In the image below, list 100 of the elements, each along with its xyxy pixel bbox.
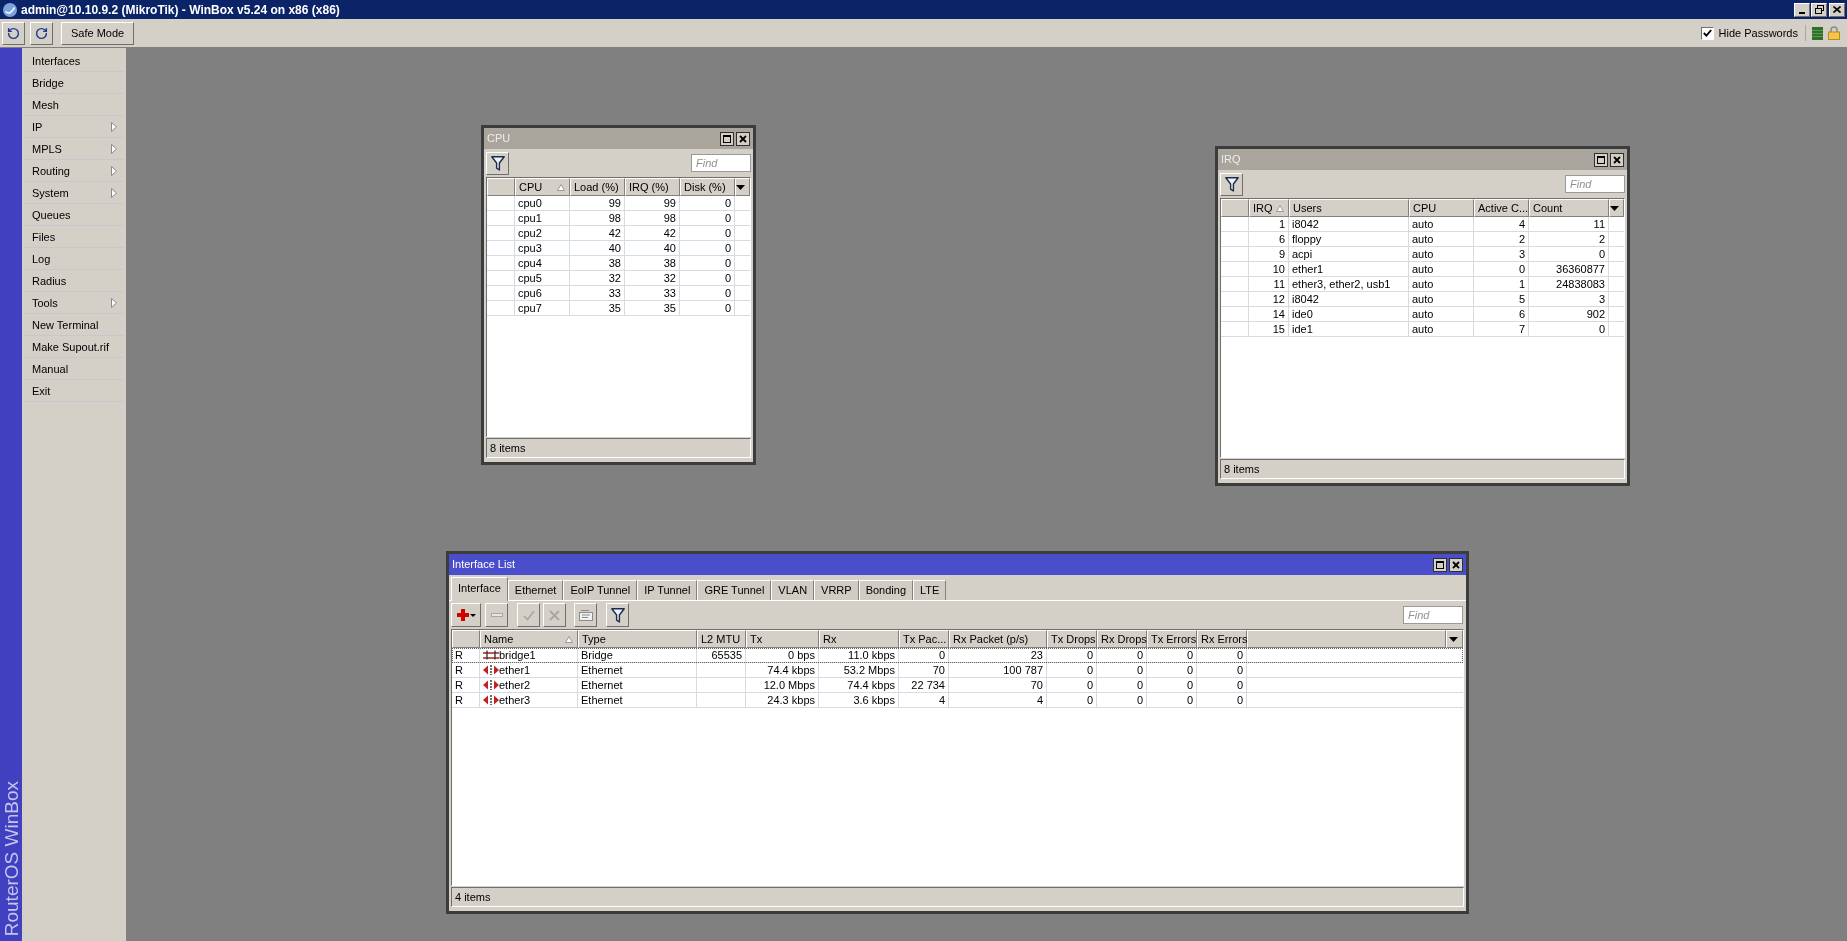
tab[interactable]: EoIP Tunnel [563, 580, 638, 600]
tab[interactable]: GRE Tunnel [697, 580, 772, 600]
table-row[interactable]: R ether1 Ethernet 74.4 kbps 53.2 Mbps 70 100 787 0 0 0 0 [452, 663, 1463, 678]
redo-button[interactable] [30, 21, 53, 45]
column-header[interactable]: Rx Errors [1197, 630, 1247, 648]
menu-item[interactable]: System [24, 182, 124, 204]
interface-name: bridge1 [499, 648, 536, 662]
column-header[interactable]: Tx Errors [1147, 630, 1197, 648]
menu-item[interactable]: Make Supout.rif [24, 336, 124, 358]
find-field[interactable]: Find [691, 154, 751, 172]
tab[interactable]: VLAN [771, 580, 815, 600]
tab[interactable]: Bonding [858, 580, 914, 600]
find-field[interactable]: Find [1565, 175, 1625, 193]
window-title-bar[interactable]: Interface List [449, 554, 1466, 575]
column-header[interactable]: Disk (%) [680, 178, 735, 196]
menu-item[interactable]: Bridge [24, 72, 124, 94]
add-button[interactable] [451, 603, 481, 627]
menu-item[interactable]: Routing [24, 160, 124, 182]
minus-icon [490, 613, 503, 617]
find-field[interactable]: Find [1403, 606, 1463, 624]
dropdown-arrow-icon[interactable] [1610, 205, 1619, 211]
table-cell: 32 [570, 271, 625, 285]
menu-item[interactable]: Mesh [24, 94, 124, 116]
column-header[interactable]: Rx [819, 630, 899, 648]
close-button[interactable] [736, 131, 750, 146]
filter-button[interactable] [1220, 172, 1243, 196]
column-header[interactable]: CPU [515, 178, 570, 196]
column-header[interactable]: Load (%) [570, 178, 625, 196]
table-cell: 0 [1529, 322, 1609, 336]
plus-icon [456, 609, 469, 621]
status-bar: 8 items [1220, 459, 1625, 479]
table-cell: ether1 [1289, 262, 1409, 276]
table-cell: 38 [625, 256, 680, 270]
menu-item[interactable]: Interfaces [24, 50, 124, 72]
undo-button[interactable] [2, 21, 25, 45]
dropdown-arrow-icon[interactable] [1449, 636, 1458, 642]
menu-item[interactable]: Tools [24, 292, 124, 314]
table-cell: 1 [1474, 277, 1529, 291]
submenu-arrow-icon [111, 122, 117, 132]
close-button[interactable] [1610, 152, 1624, 167]
column-header[interactable]: Name [480, 630, 578, 648]
table-cell: 23 [949, 648, 1047, 662]
checkbox-label[interactable]: Hide Passwords [1718, 24, 1798, 42]
table-cell: 65535 [697, 648, 746, 662]
status-flag: R [452, 663, 480, 677]
safe-mode-button[interactable]: Safe Mode [61, 21, 135, 45]
filter-button[interactable] [606, 603, 629, 627]
undo-icon [7, 26, 20, 40]
table-cell: 10 [1249, 262, 1289, 276]
menu-item[interactable]: New Terminal [24, 314, 124, 336]
table-row[interactable]: R ether2 Ethernet 12.0 Mbps 74.4 kbps 22 734 70 0 0 0 0 [452, 678, 1463, 693]
column-header[interactable]: Tx [746, 630, 819, 648]
menu-item[interactable]: Queues [24, 204, 124, 226]
tab[interactable]: Ethernet [507, 580, 564, 600]
sort-icon [1276, 205, 1284, 212]
menu-item[interactable]: MPLS [24, 138, 124, 160]
column-header[interactable]: Rx Drops [1097, 630, 1147, 648]
column-header[interactable]: Users [1289, 199, 1409, 217]
menu-item[interactable]: Files [24, 226, 124, 248]
table-cell: 42 [570, 226, 625, 240]
table-cell: 902 [1529, 307, 1609, 321]
restore-button[interactable] [1811, 2, 1827, 17]
column-header[interactable]: IRQ [1249, 199, 1289, 217]
table-cell: acpi [1289, 247, 1409, 261]
column-header[interactable]: Active C... [1474, 199, 1529, 217]
tab[interactable]: LTE [913, 580, 947, 600]
tab[interactable]: IP Tunnel [637, 580, 698, 600]
table-cell: 1 [1249, 217, 1289, 231]
maximize-button[interactable] [720, 131, 734, 146]
menu-item[interactable]: Log [24, 248, 124, 270]
column-header[interactable]: Tx Drops [1047, 630, 1097, 648]
table-row[interactable]: R ether3 Ethernet 24.3 kbps 3.6 kbps 4 4 0 0 0 0 [452, 693, 1463, 708]
table-cell: 12.0 Mbps [746, 678, 819, 692]
menu-item[interactable]: Manual [24, 358, 124, 380]
menu-item[interactable]: Radius [24, 270, 124, 292]
minimize-button[interactable] [1794, 2, 1810, 17]
menu-item[interactable]: IP [24, 116, 124, 138]
dropdown-arrow-icon[interactable] [736, 184, 745, 190]
maximize-button[interactable] [1594, 152, 1608, 167]
table-cell: auto [1409, 277, 1474, 291]
table-cell: 0 [1097, 663, 1147, 677]
table-row[interactable]: R bridge1 Bridge 65535 0 bps 11.0 kbps 0 23 0 0 0 0 [452, 648, 1463, 663]
menu-item[interactable]: Exit [24, 380, 124, 402]
column-header[interactable]: Type [578, 630, 697, 648]
filter-button[interactable] [486, 151, 509, 175]
column-header[interactable]: Count [1529, 199, 1609, 217]
table-cell: 0 [680, 241, 735, 255]
close-button[interactable] [1449, 557, 1463, 572]
column-header[interactable]: CPU [1409, 199, 1474, 217]
tab[interactable]: VRRP [814, 580, 859, 600]
hide-passwords-checkbox[interactable] [1700, 26, 1714, 40]
column-header[interactable]: Tx Pac... [899, 630, 949, 648]
table-cell: 6 [1474, 307, 1529, 321]
table-cell: Ethernet [578, 678, 697, 692]
table-cell: 0 [1197, 663, 1247, 677]
tab[interactable]: Interface [451, 577, 508, 601]
maximize-button[interactable] [1433, 557, 1447, 572]
column-header[interactable]: L2 MTU [697, 630, 746, 648]
column-header[interactable]: IRQ (%) [625, 178, 680, 196]
column-header[interactable]: Rx Packet (p/s) [949, 630, 1047, 648]
